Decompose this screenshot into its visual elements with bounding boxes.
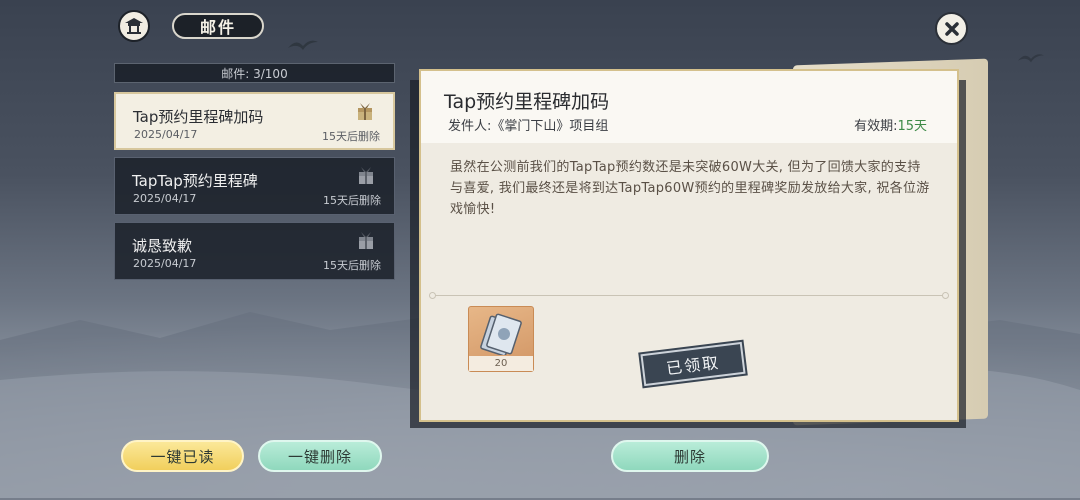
mail-item-2[interactable]: TapTap预约里程碑 2025/04/17 15天后删除 (114, 157, 395, 215)
claimed-stamp: 已领取 (640, 341, 746, 387)
mail-count: 邮件: 3/100 (114, 63, 395, 83)
page-title: 邮件 (172, 13, 264, 39)
bird-icon (288, 40, 318, 50)
gift-icon (359, 167, 373, 184)
mail-expire: 15天后删除 (323, 194, 381, 207)
validity-label: 有效期: (854, 119, 898, 134)
gift-icon (359, 232, 373, 249)
mail-item-3[interactable]: 诚恳致歉 2025/04/17 15天后删除 (114, 222, 395, 280)
delete-all-button[interactable]: 一键删除 (258, 440, 382, 472)
mail-date: 2025/04/17 (133, 257, 197, 270)
divider (429, 292, 949, 299)
mail-title: Tap预约里程碑加码 (133, 108, 264, 126)
reward-quantity: 20 (469, 356, 533, 371)
banknote-icon (480, 313, 522, 355)
gift-icon (358, 103, 372, 120)
detail-body: 虽然在公测前我们的TapTap预约数还是未突破60W大关, 但为了回馈大家的支持… (450, 160, 930, 217)
detail-sender: 发件人:《掌门下山》项目组 (448, 119, 609, 134)
bird-icon (1018, 54, 1044, 63)
home-button[interactable] (118, 10, 150, 42)
mail-date: 2025/04/17 (134, 128, 198, 141)
pavilion-icon (125, 18, 143, 34)
detail-title: Tap预约里程碑加码 (444, 91, 610, 113)
mail-detail-panel: Tap预约里程碑加码 发件人:《掌门下山》项目组 有效期:15天 虽然在公测前我… (419, 69, 959, 422)
read-all-button[interactable]: 一键已读 (121, 440, 244, 472)
mail-date: 2025/04/17 (133, 192, 197, 205)
close-button[interactable] (935, 12, 968, 45)
close-icon (944, 21, 959, 36)
mail-expire: 15天后删除 (323, 259, 381, 272)
detail-header: Tap预约里程碑加码 发件人:《掌门下山》项目组 有效期:15天 (421, 71, 957, 143)
detail-validity: 有效期:15天 (854, 115, 927, 134)
mail-expire: 15天后删除 (322, 130, 380, 143)
validity-value: 15天 (897, 119, 927, 134)
mail-title: TapTap预约里程碑 (132, 172, 258, 190)
delete-button[interactable]: 删除 (611, 440, 769, 472)
reward-item[interactable]: 20 (468, 306, 534, 372)
mail-item-1[interactable]: Tap预约里程碑加码 2025/04/17 15天后删除 (114, 92, 395, 150)
mail-title: 诚恳致歉 (132, 237, 193, 255)
